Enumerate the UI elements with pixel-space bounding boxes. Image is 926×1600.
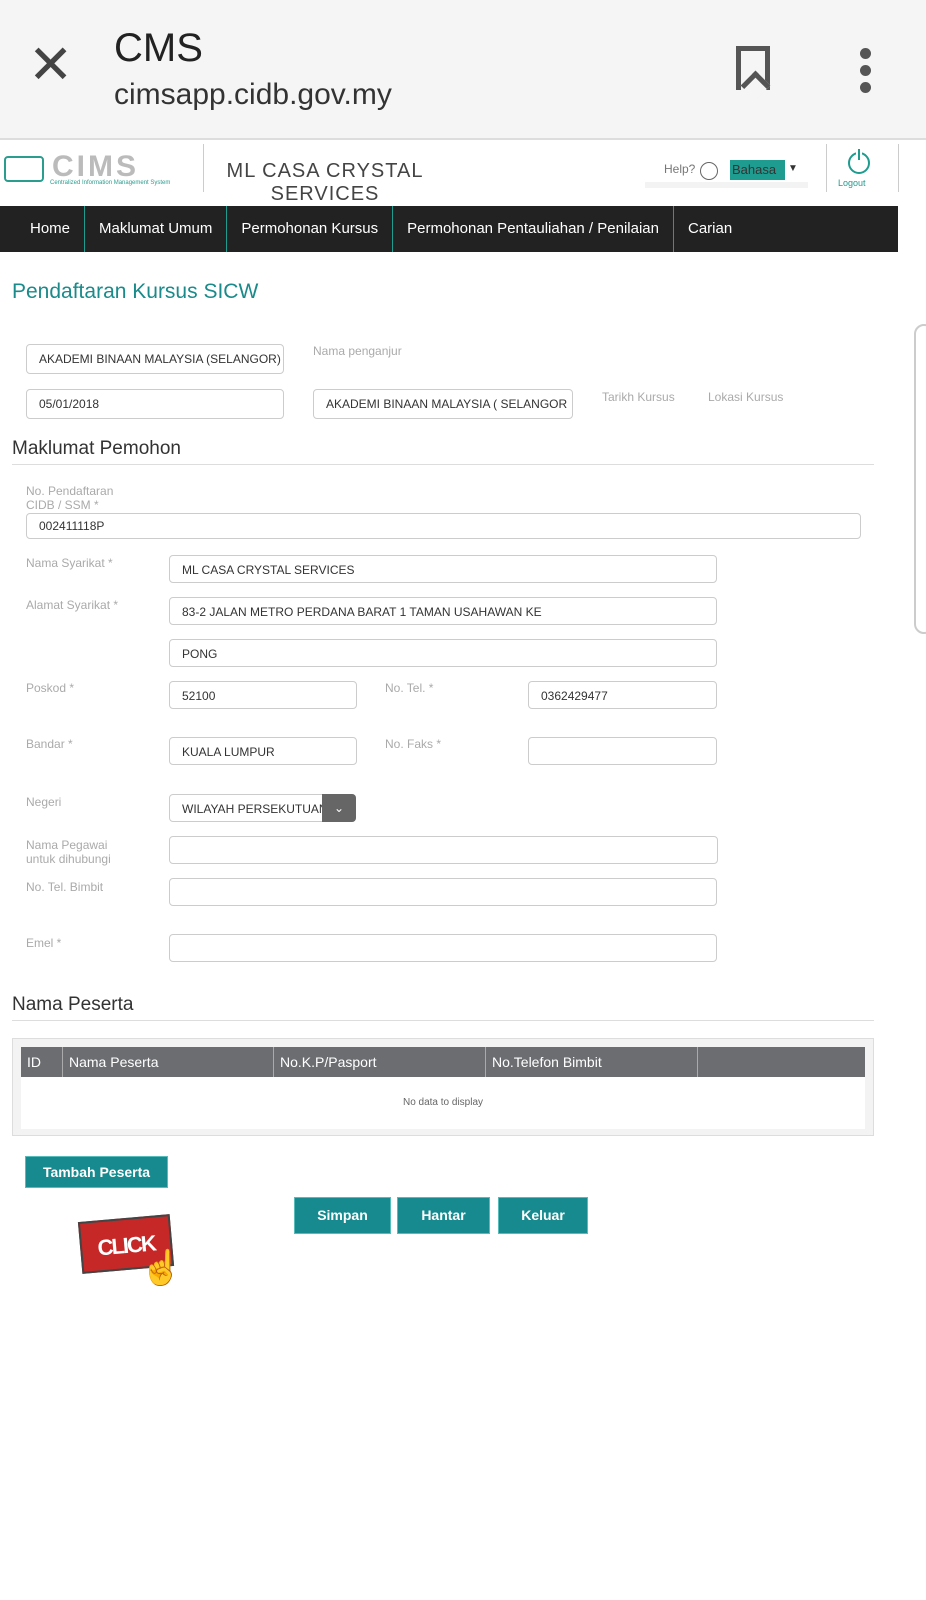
email-field[interactable] xyxy=(169,934,717,962)
section-maklumat-pemohon: Maklumat Pemohon xyxy=(12,438,874,465)
main-nav: Home Maklumat Umum Permohonan Kursus Per… xyxy=(0,206,898,252)
state-label: Negeri xyxy=(26,795,62,809)
organizer-field[interactable]: AKADEMI BINAAN MALAYSIA (SELANGOR) xyxy=(26,344,284,374)
contact-field[interactable] xyxy=(169,836,718,864)
nav-carian[interactable]: Carian xyxy=(674,206,746,252)
postcode-label: Poskod * xyxy=(26,681,75,695)
postcode-field[interactable]: 52100 xyxy=(169,681,357,709)
language-select[interactable]: Bahasa xyxy=(730,160,785,180)
mobile-field[interactable] xyxy=(169,878,717,906)
tel-label: No. Tel. * xyxy=(385,681,434,695)
address-line1-field[interactable]: 83-2 JALAN METRO PERDANA BARAT 1 TAMAN U… xyxy=(169,597,717,625)
chevron-down-icon[interactable]: ⌄ xyxy=(322,794,356,822)
col-nama[interactable]: Nama Peserta xyxy=(63,1047,274,1077)
company-field[interactable]: ML CASA CRYSTAL SERVICES xyxy=(169,555,717,583)
globe-icon[interactable] xyxy=(700,162,718,180)
section-nama-peserta: Nama Peserta xyxy=(12,994,874,1021)
mobile-label: No. Tel. Bimbit xyxy=(26,880,104,894)
col-id[interactable]: ID xyxy=(21,1047,63,1077)
scrollbar[interactable] xyxy=(914,324,926,634)
col-actions xyxy=(698,1047,865,1077)
browser-toolbar: ✕ CMS cimsapp.cidb.gov.my xyxy=(0,0,926,140)
course-date-field[interactable]: 05/01/2018 xyxy=(26,389,284,419)
browser-url[interactable]: cimsapp.cidb.gov.my xyxy=(114,78,392,112)
nav-home[interactable]: Home xyxy=(0,206,86,252)
address-line2-field[interactable]: PONG xyxy=(169,639,717,667)
course-location-label: Lokasi Kursus xyxy=(708,390,784,404)
exit-button[interactable]: Keluar xyxy=(498,1197,588,1234)
browser-title: CMS xyxy=(114,26,203,70)
fax-label: No. Faks * xyxy=(385,737,442,751)
more-vert-icon[interactable] xyxy=(860,48,872,99)
tel-field[interactable]: 0362429477 xyxy=(528,681,717,709)
save-button[interactable]: Simpan xyxy=(294,1197,391,1234)
circuit-icon xyxy=(4,156,44,182)
city-field[interactable]: KUALA LUMPUR xyxy=(169,737,357,765)
fax-field[interactable] xyxy=(528,737,717,765)
submit-button[interactable]: Hantar xyxy=(397,1197,490,1234)
address-label: Alamat Syarikat * xyxy=(26,598,119,612)
help-link[interactable]: Help? xyxy=(664,162,695,176)
logout-button[interactable]: Logout xyxy=(838,178,866,188)
page-title: Pendaftaran Kursus SICW xyxy=(12,280,259,303)
reg-no-field[interactable]: 002411118P xyxy=(26,513,861,539)
col-tel[interactable]: No.Telefon Bimbit xyxy=(486,1047,698,1077)
participants-table: ID Nama Peserta No.K.P/Pasport No.Telefo… xyxy=(12,1038,874,1136)
organizer-label: Nama penganjur xyxy=(313,344,402,358)
company-name: ML CASA CRYSTAL SERVICES xyxy=(226,160,424,205)
col-kp[interactable]: No.K.P/Pasport xyxy=(274,1047,486,1077)
company-label: Nama Syarikat * xyxy=(26,556,113,570)
contact-label: Nama Pegawai untuk dihubungi xyxy=(26,838,111,866)
hand-cursor-icon: ☝ xyxy=(140,1249,183,1287)
reg-label: No. Pendaftaran CIDB / SSM * xyxy=(26,484,114,512)
nav-maklumat-umum[interactable]: Maklumat Umum xyxy=(85,206,228,252)
add-participant-button[interactable]: Tambah Peserta xyxy=(25,1156,168,1188)
nav-permohonan-kursus[interactable]: Permohonan Kursus xyxy=(227,206,394,252)
power-icon[interactable] xyxy=(848,149,870,174)
bookmark-icon[interactable] xyxy=(736,46,770,90)
close-icon[interactable]: ✕ xyxy=(28,38,73,92)
city-label: Bandar * xyxy=(26,737,73,751)
empty-message: No data to display xyxy=(21,1077,865,1129)
course-date-label: Tarikh Kursus xyxy=(602,390,675,404)
table-header: ID Nama Peserta No.K.P/Pasport No.Telefo… xyxy=(21,1047,865,1077)
caret-down-icon[interactable]: ▼ xyxy=(788,163,798,174)
course-location-field[interactable]: AKADEMI BINAAN MALAYSIA ( SELANGOR xyxy=(313,389,573,419)
nav-pentauliahan[interactable]: Permohonan Pentauliahan / Penilaian xyxy=(393,206,674,252)
email-label: Emel * xyxy=(26,936,62,950)
cims-logo[interactable]: CIMS Centralized Information Management … xyxy=(4,150,194,192)
